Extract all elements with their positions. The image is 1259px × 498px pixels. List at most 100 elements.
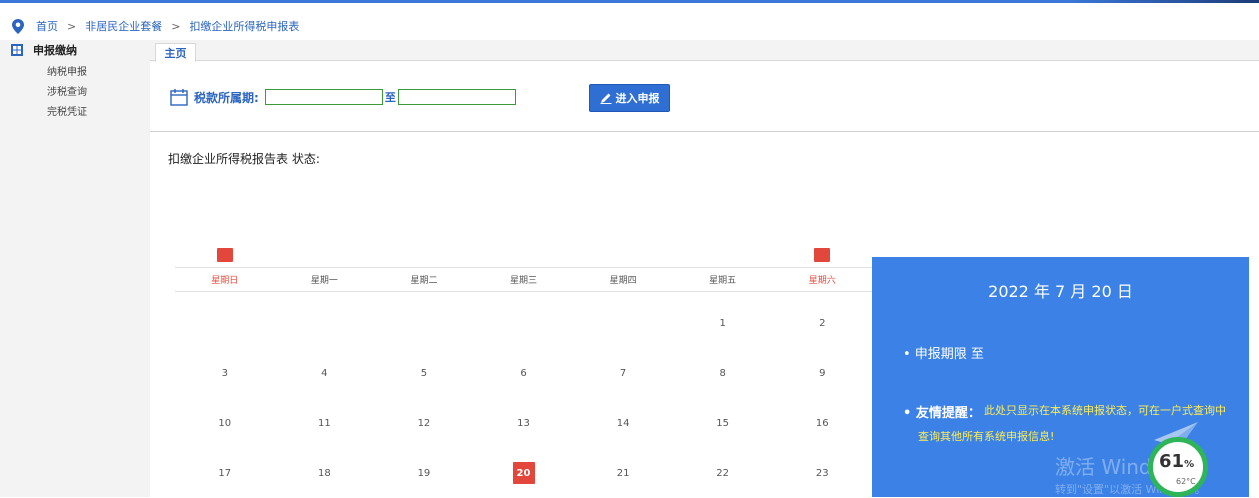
calendar-day-number: 23 [815, 467, 829, 479]
calendar-day[interactable]: 4 [275, 348, 375, 398]
calendar-day-number: 19 [417, 467, 431, 479]
performance-gauge[interactable]: 61% 62°C [1148, 437, 1210, 497]
calendar-day[interactable]: 16 [772, 398, 872, 448]
calendar-empty-cell [374, 298, 474, 348]
calendar-week: 3 4 5 6 7 8 9 [175, 348, 872, 398]
calendar-days: 1 2 3 4 5 6 7 8 9 10 11 12 13 14 15 16 17 18 19 20 21 22 23 [175, 298, 872, 498]
breadcrumb: 首页 > 非居民企业套餐 > 扣缴企业所得税申报表 [12, 15, 299, 37]
calendar-day-number [612, 312, 634, 334]
breadcrumb-current[interactable]: 扣缴企业所得税申报表 [189, 18, 299, 34]
gauge-temperature: 62°C [1176, 477, 1196, 486]
calendar-empty-cell [175, 298, 275, 348]
calendar-day-number: 22 [716, 467, 730, 479]
grid-icon [11, 44, 23, 56]
report-status-label: 扣缴企业所得税报告表 状态: [168, 152, 320, 166]
breadcrumb-home[interactable]: 首页 [36, 18, 58, 34]
weekday-sunday: 星期日 [175, 248, 275, 291]
calendar-day[interactable]: 9 [772, 348, 872, 398]
calendar-day-number: 17 [218, 467, 232, 479]
calendar-day[interactable]: 13 [474, 398, 574, 448]
sidebar-header[interactable]: 申报缴纳 [0, 40, 150, 60]
calendar-day[interactable]: 12 [374, 398, 474, 448]
weekday-thursday: 星期四 [609, 276, 637, 286]
calendar-day-number: 6 [520, 367, 527, 379]
current-date: 2022 年 7 月 20 日 [988, 282, 1133, 301]
calendar-day-number: 1 [719, 317, 726, 329]
tax-period-label: 税款所属期: [194, 90, 259, 105]
tax-period-row: 税款所属期: 至 [170, 83, 516, 111]
calendar-day[interactable]: 10 [175, 398, 275, 448]
calendar-day-number [214, 312, 236, 334]
calendar-empty-cell [275, 298, 375, 348]
calendar-week: 12 [175, 298, 872, 348]
calendar-day[interactable]: 21 [573, 448, 673, 498]
period-end-input[interactable] [397, 89, 516, 105]
calendar-week: 17 18 19 20 21 22 23 [175, 448, 872, 498]
calendar-day-number: 21 [616, 467, 630, 479]
filing-deadline: • 申报期限 至 [903, 347, 984, 362]
calendar-day-number: 2 [819, 317, 826, 329]
enter-declaration-button[interactable]: 进入申报 [589, 84, 670, 112]
calendar-day[interactable]: 17 [175, 448, 275, 498]
calendar-day[interactable]: 3 [175, 348, 275, 398]
tab-home[interactable]: 主页 [155, 43, 196, 62]
calendar-day[interactable]: 1 [673, 298, 773, 348]
sidebar-header-label: 申报缴纳 [33, 44, 77, 57]
calendar-day-number: 15 [716, 417, 730, 429]
breadcrumb-package[interactable]: 非居民企业套餐 [85, 18, 162, 34]
calendar-day[interactable]: 5 [374, 348, 474, 398]
enter-declaration-label: 进入申报 [615, 92, 660, 105]
calendar-day[interactable]: 22 [673, 448, 773, 498]
calendar-day[interactable]: 23 [772, 448, 872, 498]
weekend-flag-icon [814, 248, 831, 262]
calendar-day-number [413, 312, 435, 334]
tab-bar: 主页 [150, 40, 1259, 62]
calendar-week: 10 11 12 13 14 15 16 [175, 398, 872, 448]
weekday-saturday: 星期六 [772, 248, 872, 291]
calendar-day-number: 9 [819, 367, 826, 379]
weekday-wednesday: 星期三 [510, 276, 538, 286]
calendar-empty-cell [474, 298, 574, 348]
weekend-flag-icon [216, 248, 233, 262]
sidebar-item-tax-filing[interactable]: 纳税申报 [0, 60, 150, 80]
calendar-day[interactable]: 19 [374, 448, 474, 498]
calendar-day-number: 7 [619, 367, 627, 379]
pencil-icon [600, 93, 611, 104]
calendar-icon [170, 89, 188, 106]
calendar-day-number: 14 [616, 417, 630, 429]
period-start-input[interactable] [264, 89, 383, 105]
weekday-friday: 星期五 [709, 276, 737, 286]
calendar-day[interactable]: 14 [573, 398, 673, 448]
calendar-day-number: 4 [321, 367, 328, 379]
period-to-label: 至 [384, 91, 396, 104]
calendar-day[interactable]: 18 [275, 448, 375, 498]
calendar-day[interactable]: 8 [673, 348, 773, 398]
calendar-day-number: 10 [218, 417, 232, 429]
weekday-tuesday: 星期二 [410, 276, 438, 286]
gauge-percent: 61% [1159, 451, 1195, 472]
calendar-day-number [513, 312, 535, 334]
calendar-day[interactable]: 20 [474, 448, 574, 498]
calendar-day-number: 18 [317, 467, 331, 479]
calendar-day-number: 5 [420, 367, 428, 379]
calendar-day-number: 12 [417, 417, 431, 429]
calendar-day[interactable]: 2 [772, 298, 872, 348]
calendar-weekday-header: 星期日 星期一 星期二 星期三 星期四 星期五 星期六 [175, 248, 872, 292]
calendar-day[interactable]: 11 [275, 398, 375, 448]
calendar-day[interactable]: 6 [474, 348, 574, 398]
breadcrumb-separator: > [67, 19, 77, 33]
weekday-monday: 星期一 [310, 276, 338, 286]
calendar-day-number: 11 [317, 417, 331, 429]
breadcrumb-separator: > [171, 19, 181, 33]
location-pin-icon [12, 18, 24, 34]
calendar-day-number [313, 312, 335, 334]
sidebar-item-tax-certificate[interactable]: 完税凭证 [0, 100, 150, 120]
calendar-empty-cell [573, 298, 673, 348]
calendar-day[interactable]: 15 [673, 398, 773, 448]
calendar-day[interactable]: 7 [573, 348, 673, 398]
sidebar-item-tax-query[interactable]: 涉税查询 [0, 80, 150, 100]
calendar-day-number: 16 [815, 417, 829, 429]
sidebar: 申报缴纳 纳税申报 涉税查询 完税凭证 [0, 40, 150, 497]
calendar-day-number: 20 [512, 462, 535, 484]
calendar-day-number: 8 [719, 367, 726, 379]
